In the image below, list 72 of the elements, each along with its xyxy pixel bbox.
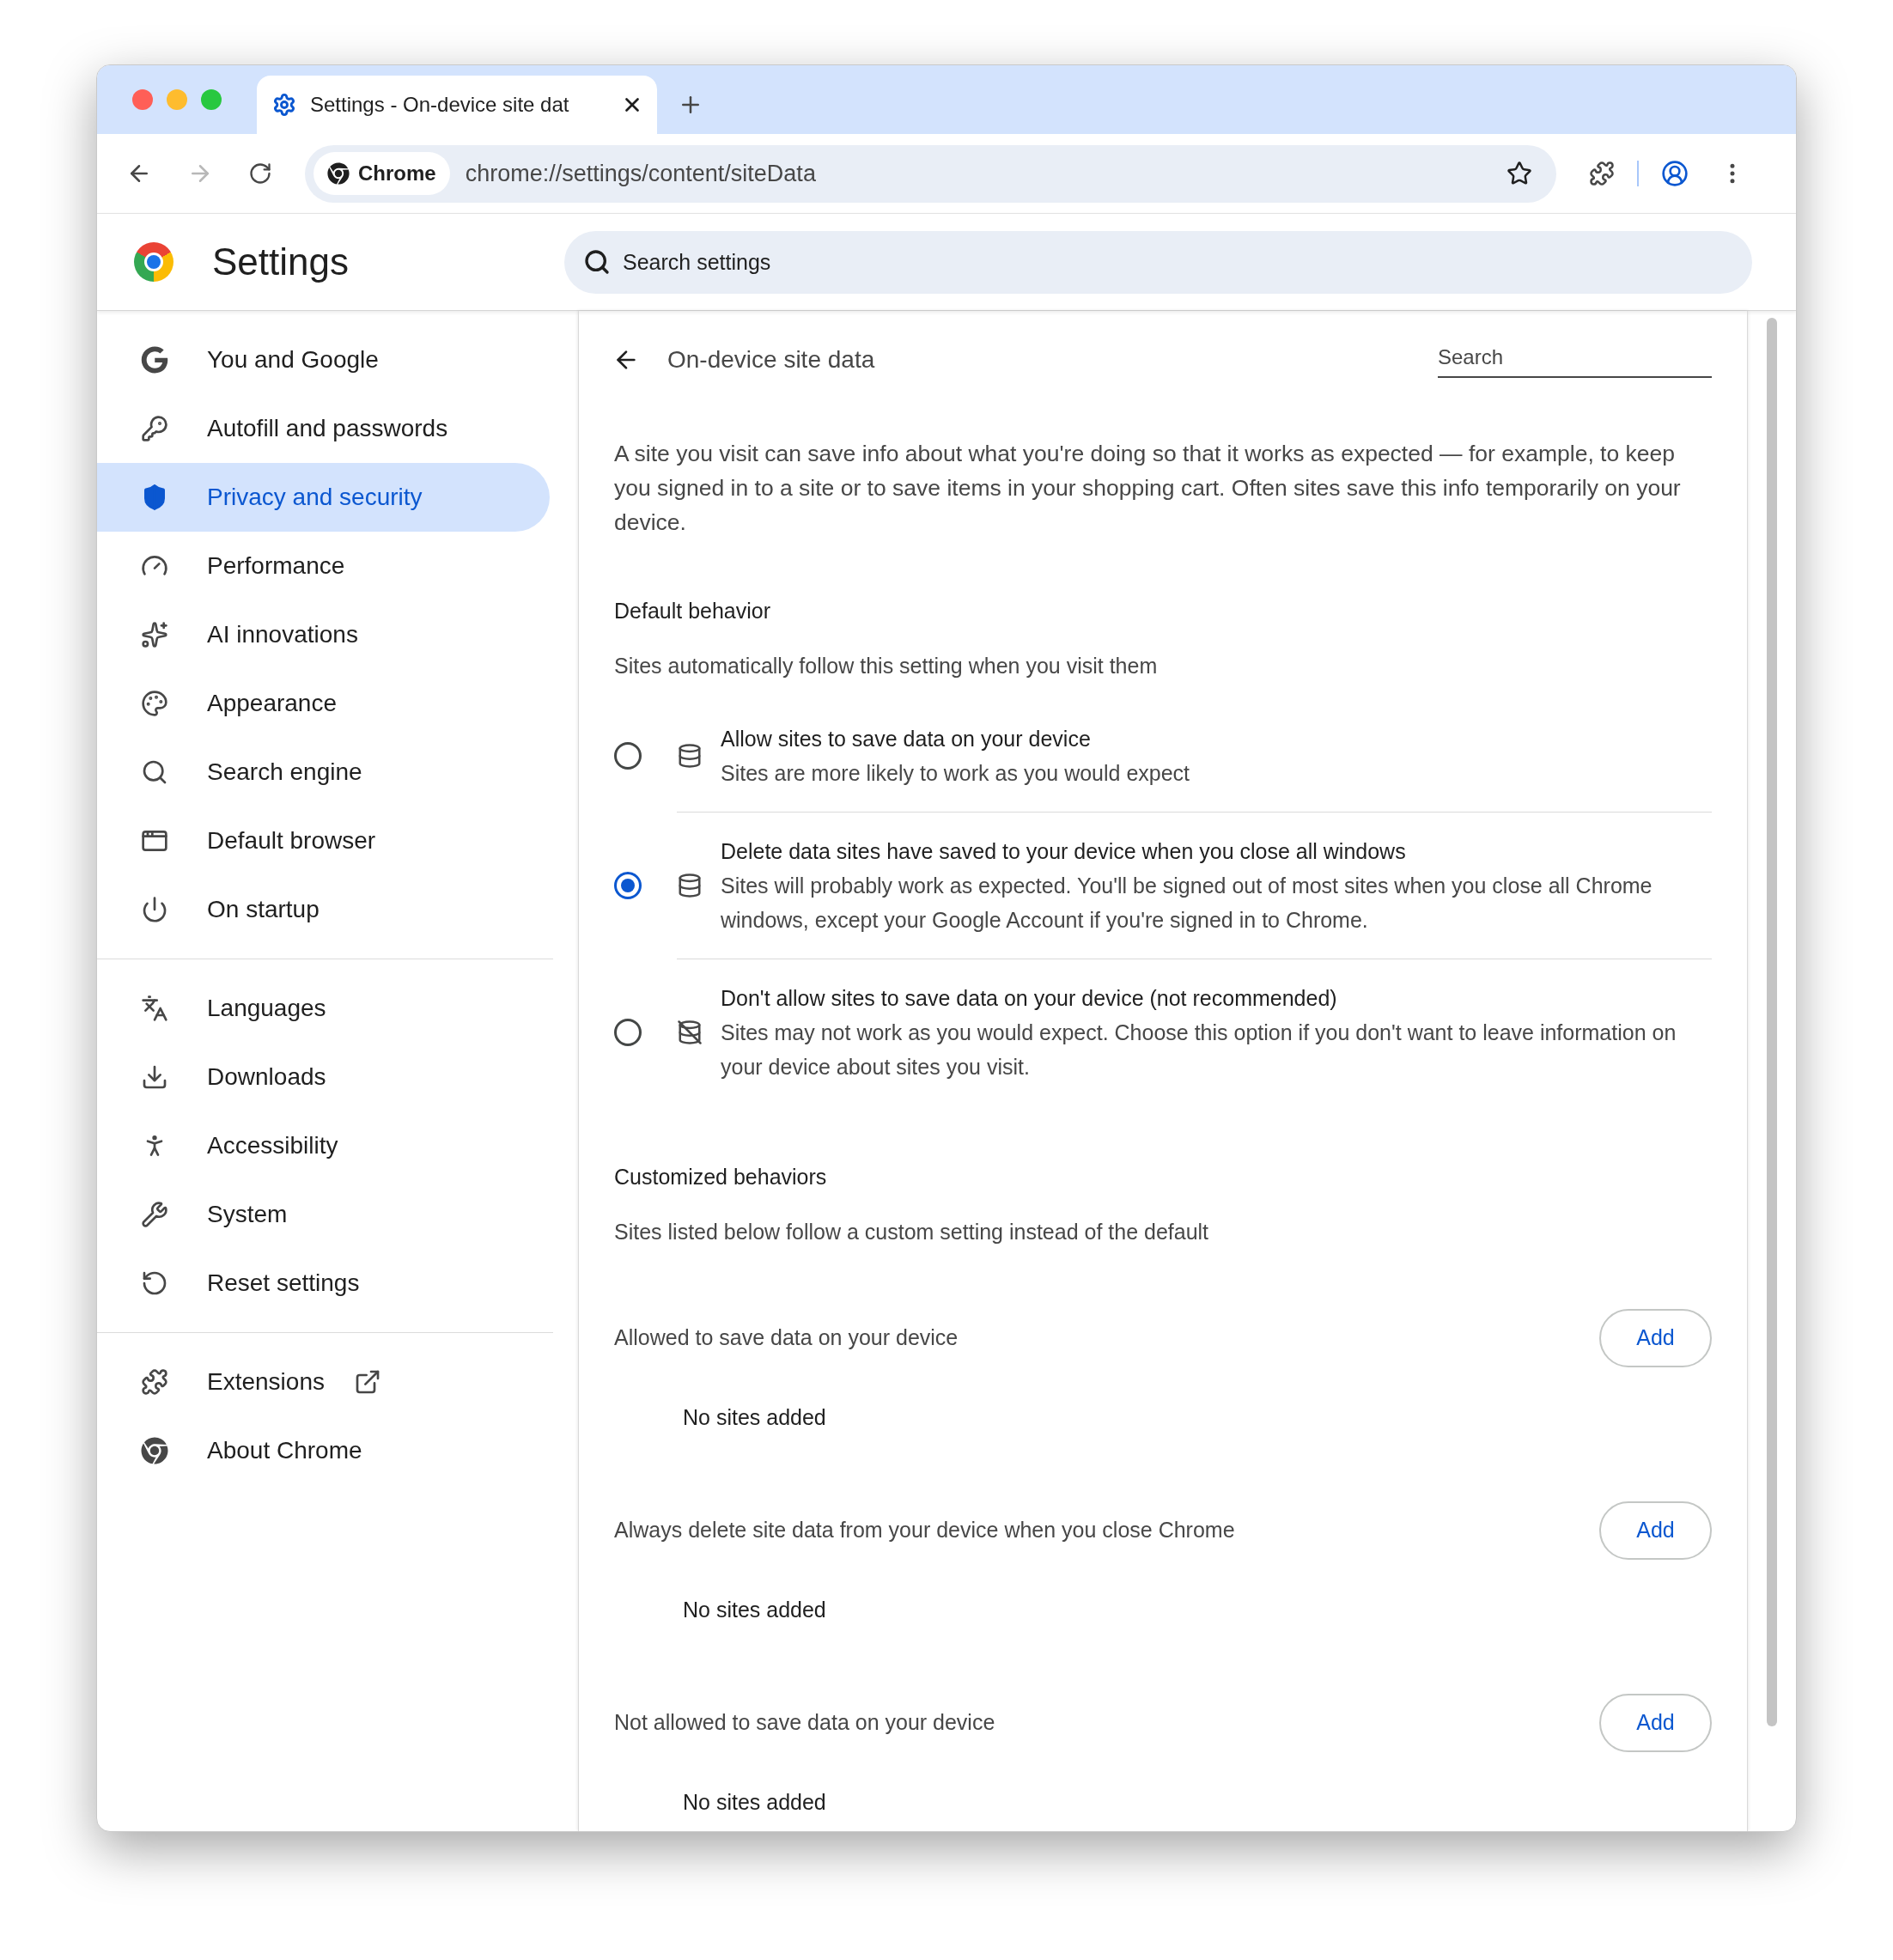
search-field[interactable]: Search settings <box>564 230 1752 294</box>
site-chip[interactable]: Chrome <box>313 152 450 195</box>
browser-tab[interactable]: Settings - On-device site dat <box>257 76 657 134</box>
chrome-logo-icon <box>134 242 173 282</box>
search-icon <box>583 247 611 276</box>
palette-icon <box>141 690 168 717</box>
option-title: Allow sites to save data on your device <box>721 726 1092 752</box>
list-label: Allowed to save data on your device <box>614 1324 959 1352</box>
bookmark-star-icon[interactable] <box>1506 161 1532 186</box>
url-text: chrome://settings/content/siteData <box>465 159 817 188</box>
sidebar-item[interactable]: Privacy and security <box>97 463 550 532</box>
settings-gear-icon <box>272 93 296 117</box>
search-field[interactable]: Search <box>1438 342 1712 378</box>
option-description: Sites will probably work as expected. You'll be signed out of most sites when you close all Chrome windows, except your Google Account if you're signed in to Chrome. <box>721 873 1653 934</box>
sidebar-item[interactable]: On startup <box>97 875 550 944</box>
profile-icon[interactable] <box>1661 160 1689 187</box>
database-crossed-icon <box>677 1020 703 1045</box>
option-title: Don't allow sites to save data on your device (not recommended) <box>721 985 1338 1012</box>
add-button[interactable]: Add <box>1599 1501 1712 1560</box>
sparkles-icon <box>141 621 168 648</box>
add-button[interactable]: Add <box>1599 1694 1712 1752</box>
sidebar-item[interactable]: About Chrome <box>97 1416 550 1485</box>
sidebar-item[interactable]: Performance <box>97 532 550 600</box>
intro-paragraph: A site you visit can save info about what you're doing so that it works as expected — for example, to keep you signed in to a site or to save items in your shopping cart. Often sites save this info temporarily on your device. <box>614 440 1682 537</box>
sidebar-item[interactable]: Appearance <box>97 669 550 738</box>
wrench-icon <box>141 1201 168 1228</box>
search-icon <box>141 758 168 786</box>
sidebar-item[interactable]: Reset settings <box>97 1249 550 1318</box>
option-description: Sites are more likely to work as you would expect <box>721 760 1191 787</box>
section-heading: Default behavior <box>614 598 772 624</box>
chrome-icon <box>327 162 350 185</box>
scrollbar-thumb[interactable] <box>1767 318 1777 1726</box>
sidebar-item[interactable]: Accessibility <box>97 1111 550 1180</box>
list-label: Not allowed to save data on your device <box>614 1709 995 1737</box>
sidebar-item[interactable]: You and Google <box>97 326 550 394</box>
option-description: Sites may not work as you would expect. Choose this option if you don't want to leave information on your device about sites you visit. <box>721 1020 1677 1080</box>
download-icon <box>141 1063 168 1091</box>
sidebar-item[interactable]: AI innovations <box>97 600 550 669</box>
tab-title: Settings - On-device site dat <box>310 92 570 118</box>
address-bar[interactable]: Chrome chrome://settings/content/siteData <box>305 144 1556 203</box>
sidebar-item[interactable]: Default browser <box>97 807 550 875</box>
translate-icon <box>141 995 168 1022</box>
radio-button[interactable] <box>614 871 642 899</box>
empty-list-text: No sites added <box>683 1597 827 1623</box>
chrome-icon <box>141 1437 168 1464</box>
puzzle-icon <box>141 1368 168 1396</box>
section-description: Sites listed below follow a custom setting instead of the default <box>614 1219 1210 1245</box>
sidebar-item[interactable]: Extensions <box>97 1348 550 1416</box>
sidebar-item[interactable]: Autofill and passwords <box>97 394 550 463</box>
option-title: Delete data sites have saved to your device when you close all windows <box>721 838 1407 865</box>
sidebar-item[interactable]: System <box>97 1180 550 1249</box>
list-label: Always delete site data from your device when you close Chrome <box>614 1517 1235 1544</box>
sidebar-item[interactable]: Search engine <box>97 738 550 807</box>
radio-button[interactable] <box>614 742 642 770</box>
extensions-icon[interactable] <box>1589 161 1615 186</box>
add-button[interactable]: Add <box>1599 1309 1712 1367</box>
database-icon <box>677 743 703 769</box>
reload-icon[interactable] <box>248 161 272 186</box>
settings-title: Settings <box>212 240 349 284</box>
section-heading: Customized behaviors <box>614 1164 828 1190</box>
radio-button[interactable] <box>614 1018 642 1046</box>
page-title: On-device site data <box>667 345 876 374</box>
sidebar-item[interactable]: Downloads <box>97 1043 550 1111</box>
empty-list-text: No sites added <box>683 1789 827 1816</box>
power-icon <box>141 896 168 923</box>
empty-list-text: No sites added <box>683 1404 827 1431</box>
sidebar-item[interactable]: Languages <box>97 974 550 1043</box>
section-description: Sites automatically follow this setting when you visit them <box>614 653 1159 679</box>
database-icon <box>677 873 703 898</box>
google-g-icon <box>141 346 168 374</box>
key-icon <box>141 415 168 442</box>
reset-icon <box>141 1269 168 1297</box>
